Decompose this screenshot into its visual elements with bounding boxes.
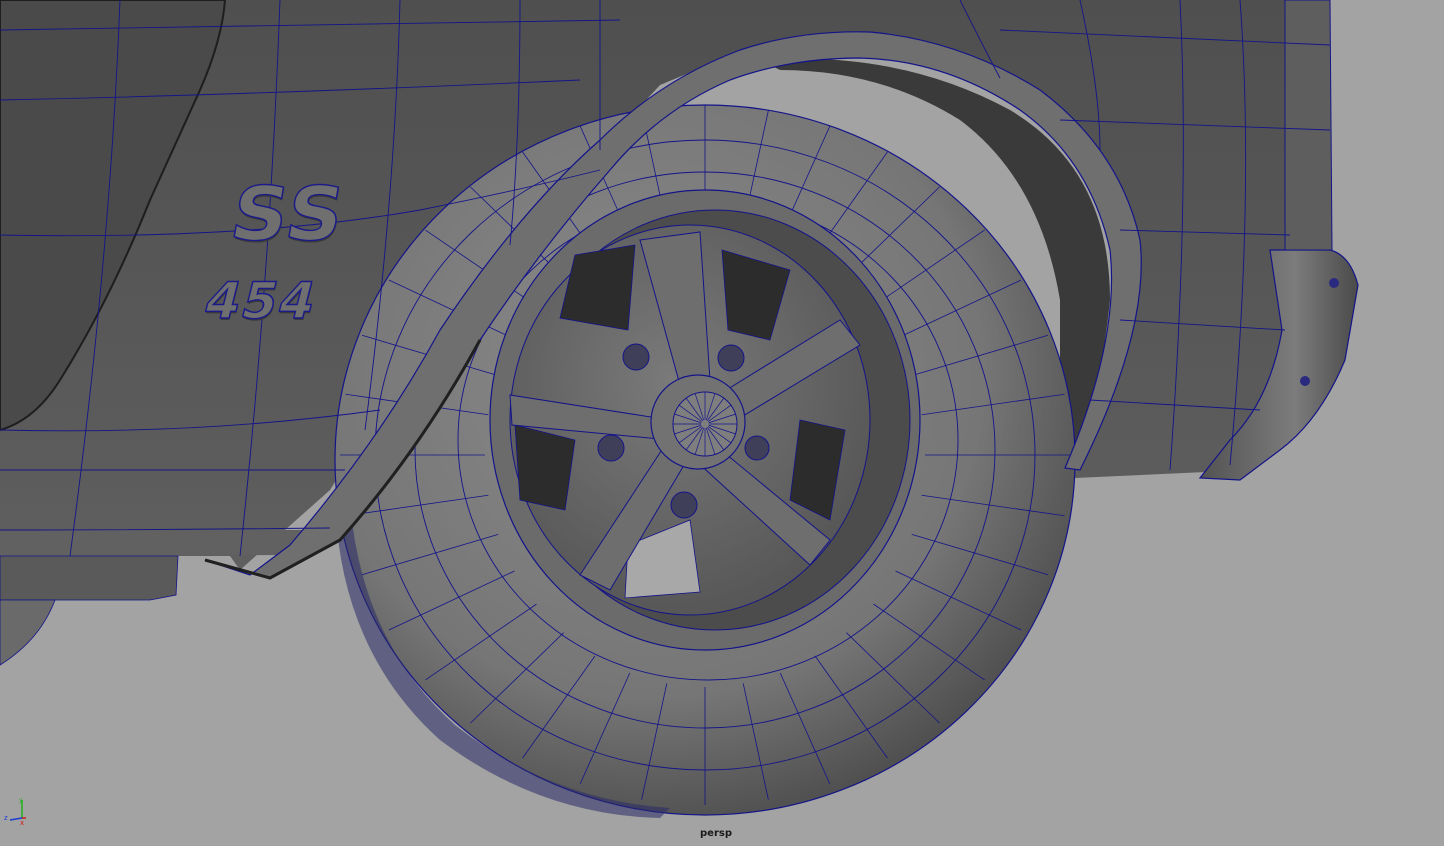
emblem-ss: SS: [224, 172, 353, 259]
scene-render[interactable]: [0, 0, 1444, 846]
quarter-edge: [1284, 0, 1333, 251]
3d-viewport[interactable]: SS 454 y x z persp: [0, 0, 1444, 846]
bumper-bolt: [1329, 278, 1339, 288]
axis-z-label: z: [4, 814, 8, 822]
axis-gizmo: y x z: [4, 797, 26, 826]
camera-label: persp: [700, 828, 732, 839]
front-tire-edge: [0, 599, 56, 666]
emblem-454: 454: [198, 271, 324, 331]
bumper-bolt: [1300, 376, 1310, 386]
rocker-lip: [0, 555, 179, 601]
axis-x-label: x: [20, 819, 24, 826]
rocker-panel: [0, 530, 320, 556]
axis-y-label: y: [19, 797, 23, 804]
